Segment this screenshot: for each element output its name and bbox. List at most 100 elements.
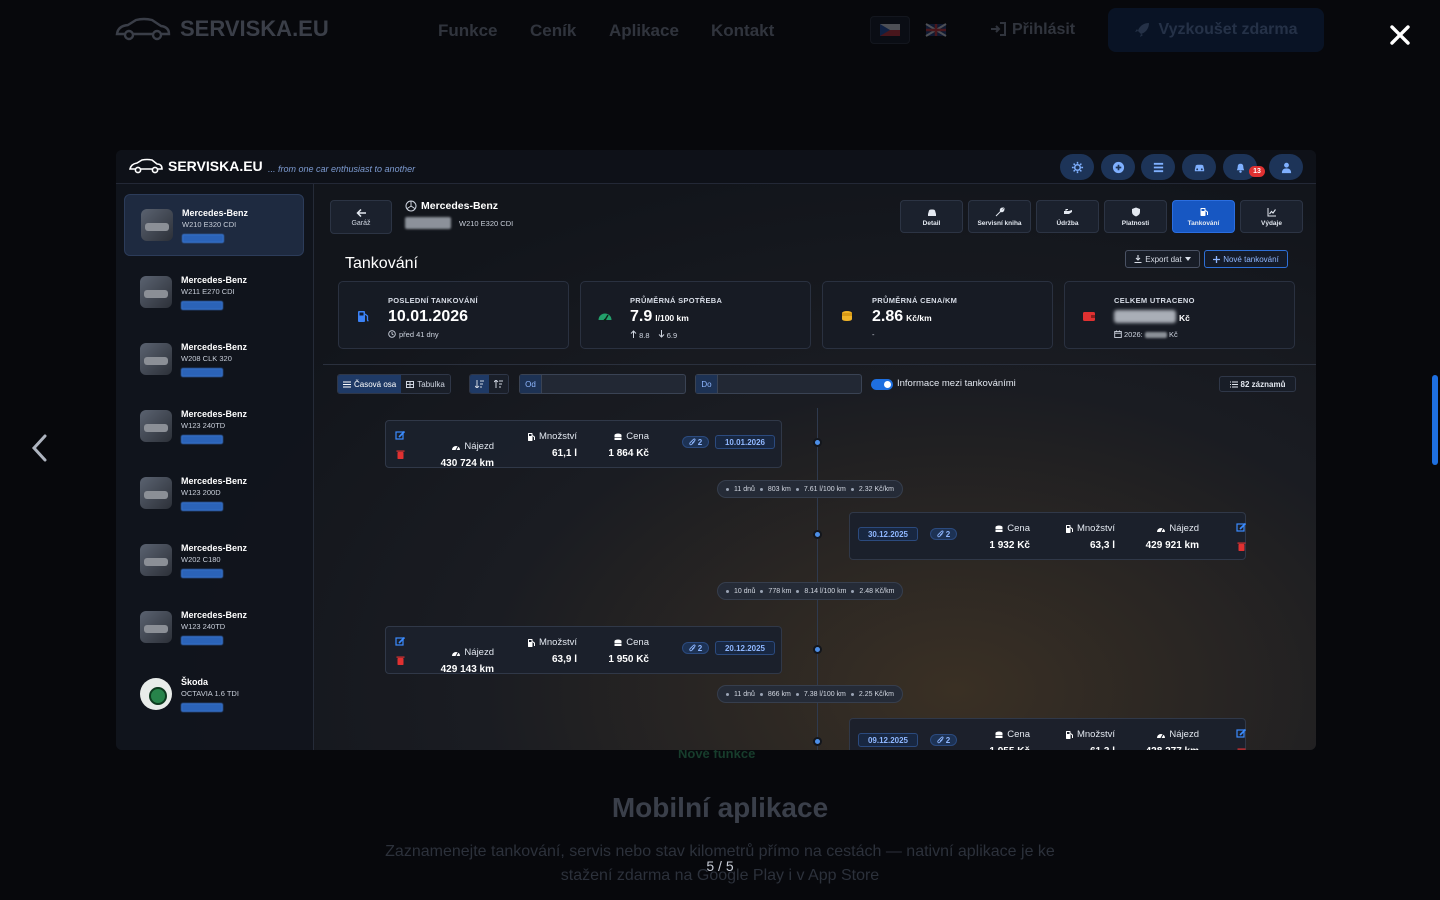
between-info-toggle[interactable] — [871, 379, 893, 390]
entry-amount-value: 63,3 l — [1089, 540, 1115, 551]
nav-tab-5[interactable]: Výdaje — [1240, 200, 1303, 233]
entry-mileage-value: 430 724 km — [440, 458, 494, 469]
stat-sub-prefix: 2026: — [1124, 330, 1143, 339]
refuel-entry[interactable]: Nájezd 429 143 km Množství 63,9 l Cena 1 950 … — [385, 626, 782, 675]
trash-icon[interactable] — [1236, 541, 1247, 552]
main-content: Garáž Mercedes-Benz W210 E320 CDI Detail… — [323, 184, 1316, 750]
sidebar-car-item[interactable]: Mercedes-Benz W123 240TD — [124, 596, 304, 658]
between-km: 803 km — [767, 485, 791, 493]
attachments-badge[interactable]: 2 — [682, 642, 709, 654]
edit-icon[interactable] — [395, 430, 406, 441]
trash-icon[interactable] — [1236, 747, 1247, 750]
back-to-garage-button[interactable]: Garáž — [330, 200, 392, 234]
paperclip-icon — [937, 736, 944, 744]
close-icon[interactable] — [1387, 22, 1413, 48]
edit-icon[interactable] — [1236, 728, 1247, 739]
entry-amount-label: Množství — [538, 637, 577, 648]
stat-value: 7.9 — [630, 308, 653, 325]
entry-mileage-label: Nájezd — [1169, 523, 1199, 534]
date-to-input[interactable]: Do — [695, 374, 862, 394]
sort-asc-icon[interactable] — [489, 375, 508, 393]
entry-amount: Množství 63,3 l — [1065, 523, 1115, 551]
sidebar-car-item[interactable]: Škoda OCTAVIA 1.6 TDI — [124, 663, 304, 725]
new-refuel-button[interactable]: Nové tankování — [1204, 250, 1288, 268]
nav-tab-4[interactable]: Tankování — [1172, 200, 1235, 233]
car-logo-icon — [115, 17, 171, 41]
menu-cenik[interactable]: Ceník — [530, 21, 576, 41]
stat-label: PRŮMĚRNÁ CENA/KM — [872, 296, 958, 305]
fuel-pump-icon — [358, 311, 369, 322]
trash-icon[interactable] — [395, 655, 406, 666]
gauge-icon — [598, 313, 612, 322]
nav-tab-2[interactable]: Údržba — [1036, 200, 1099, 233]
attachments-count: 2 — [945, 735, 951, 745]
refuel-entry[interactable]: Nájezd 430 724 km Množství 61,1 l Cena 1 864 … — [385, 420, 782, 469]
sidebar-car-item[interactable]: Mercedes-Benz W123 200D — [124, 462, 304, 524]
login-icon — [991, 22, 1006, 36]
license-plate-redacted — [181, 300, 223, 310]
car-thumbnail — [141, 209, 173, 241]
sort-desc-icon[interactable] — [470, 375, 489, 393]
stat-unit: l/100 km — [655, 313, 689, 323]
clock-icon — [388, 330, 396, 338]
edit-icon[interactable] — [395, 636, 406, 647]
entry-amount-label: Množství — [538, 431, 577, 442]
entry-price-label: Cena — [626, 431, 649, 442]
car-brand: Mercedes-Benz — [181, 609, 248, 620]
nav-tab-3[interactable]: Platnosti — [1104, 200, 1167, 233]
view-timeline-button[interactable]: Časová osa — [338, 375, 402, 393]
divider — [323, 364, 1316, 365]
sidebar-car-item[interactable]: Mercedes-Benz W211 E270 CDI — [124, 261, 304, 323]
list-icon[interactable] — [1141, 154, 1175, 180]
menu-aplikace[interactable]: Aplikace — [609, 21, 679, 41]
entry-amount: Množství 63,9 l — [527, 637, 577, 665]
timeline-dot — [813, 645, 822, 654]
app-logo[interactable]: SERVISKA.EU — [128, 158, 263, 174]
car-thumbnail — [140, 477, 172, 509]
car-thumbnail — [140, 544, 172, 576]
between-cost: 2.48 Kč/km — [859, 587, 895, 595]
entry-price-label: Cena — [1007, 729, 1030, 740]
try-free-button[interactable]: Vyzkoušet zdarma — [1108, 8, 1324, 52]
list-icon — [343, 381, 351, 387]
sidebar-car-item[interactable]: Mercedes-Benz W208 CLK 320 — [124, 328, 304, 390]
scrollbar-thumb[interactable] — [1432, 375, 1438, 465]
sidebar-car-item[interactable]: Mercedes-Benz W202 C180 — [124, 529, 304, 591]
background-logo: SERVISKA.EU — [114, 16, 329, 42]
entry-amount-value: 61,1 l — [551, 448, 577, 459]
edit-icon[interactable] — [1236, 522, 1247, 533]
entry-mileage-label: Nájezd — [464, 441, 494, 452]
entry-mileage: Nájezd 429 143 km — [441, 647, 494, 675]
user-icon[interactable] — [1269, 154, 1303, 180]
timeline-dot — [813, 530, 822, 539]
attachments-badge[interactable]: 2 — [930, 734, 957, 746]
view-table-button[interactable]: Tabulka — [401, 375, 450, 393]
car-icon[interactable] — [1182, 154, 1216, 180]
between-days: 10 dnů — [734, 587, 756, 595]
menu-kontakt[interactable]: Kontakt — [711, 21, 774, 41]
flag-uk-icon[interactable] — [916, 16, 956, 44]
flag-cz-icon[interactable] — [870, 16, 910, 44]
refuel-entry[interactable]: 30.12.2025 2 Cena 1 932 Kč Množství 63,3 l Náj… — [849, 512, 1247, 560]
attachments-badge[interactable]: 2 — [682, 436, 709, 448]
login-link[interactable]: Přihlásit — [990, 21, 1075, 39]
between-consumption: 7.38 l/100 km — [803, 690, 846, 698]
list-icon — [1229, 381, 1238, 387]
export-data-button[interactable]: Export dat — [1125, 250, 1200, 268]
menu-funkce[interactable]: Funkce — [438, 21, 498, 41]
sidebar-car-item[interactable]: Mercedes-Benz W210 E320 CDI — [124, 194, 304, 256]
plus-circle-icon[interactable] — [1101, 154, 1135, 180]
date-from-label: Od — [520, 375, 542, 393]
attachments-count: 2 — [697, 643, 703, 653]
sidebar-car-item[interactable]: Mercedes-Benz W123 240TD — [124, 395, 304, 457]
stat-sub-suffix: Kč — [1168, 330, 1178, 339]
refuel-entry[interactable]: 09.12.2025 2 Cena 1 955 Kč Množství 61,3 l Náj… — [849, 718, 1247, 750]
car-model: W123 240TD — [181, 420, 226, 430]
trash-icon[interactable] — [395, 449, 406, 460]
attachments-badge[interactable]: 2 — [930, 528, 957, 540]
gear-icon[interactable] — [1060, 154, 1094, 180]
nav-tab-1[interactable]: Servisní kniha — [968, 200, 1031, 233]
chevron-left-icon[interactable] — [28, 430, 52, 466]
nav-tab-0[interactable]: Detail — [900, 200, 963, 233]
date-from-input[interactable]: Od — [519, 374, 686, 394]
